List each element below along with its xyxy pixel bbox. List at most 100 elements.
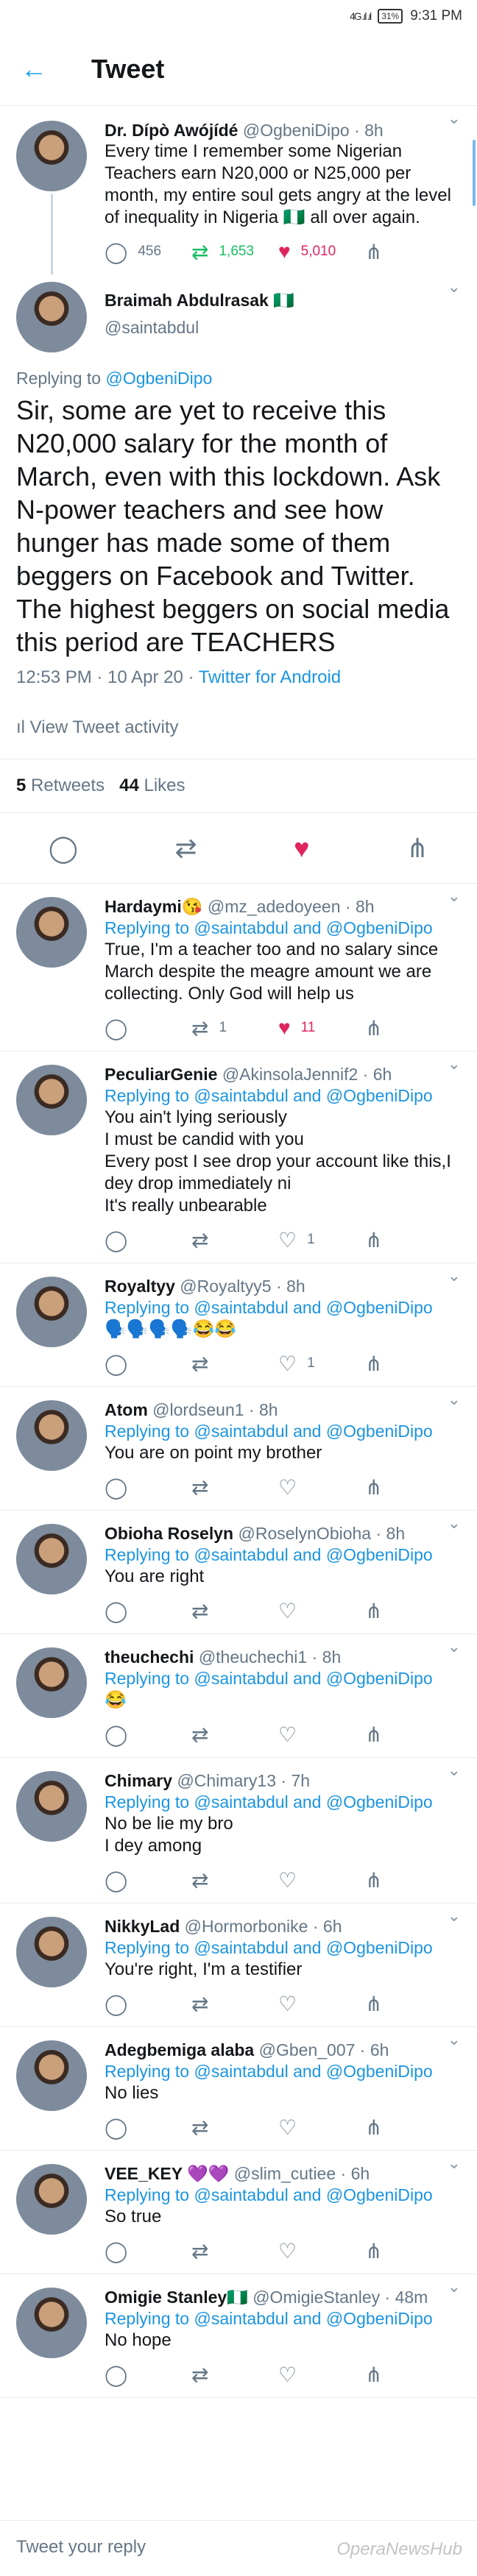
- share-icon[interactable]: ⋔: [406, 833, 428, 864]
- reply-tweet[interactable]: NikkyLad @Hormorbonike · 6h Replying to …: [0, 1903, 477, 2027]
- share-button[interactable]: ⋔: [365, 1475, 452, 1500]
- heart-icon: ♡: [278, 1722, 297, 1746]
- chevron-down-icon[interactable]: ⌄: [448, 2030, 461, 2049]
- like-button[interactable]: ♡: [278, 1722, 365, 1747]
- retweet-button[interactable]: ⇄ 1,653: [191, 240, 278, 264]
- reply-button[interactable]: ◯: [105, 1352, 191, 1376]
- back-arrow-icon[interactable]: ←: [21, 54, 65, 85]
- avatar[interactable]: [16, 1647, 87, 1718]
- share-button[interactable]: ⋔: [365, 240, 452, 264]
- reply-tweet[interactable]: VEE_KEY 💜💜 @slim_cutiee · 6h Replying to…: [0, 2151, 477, 2274]
- reply-button[interactable]: ◯: [105, 2363, 191, 2387]
- chevron-down-icon[interactable]: ⌄: [448, 2277, 461, 2296]
- reply-list: Hardaymi😘 @mz_adedoyeen · 8h Replying to…: [0, 884, 477, 2398]
- retweet-icon[interactable]: ⇄: [175, 833, 197, 864]
- like-button[interactable]: ♡: [278, 2115, 365, 2140]
- share-button[interactable]: ⋔: [365, 2363, 452, 2387]
- reply-tweet[interactable]: Obioha Roselyn @RoselynObioha · 8h Reply…: [0, 1511, 477, 1634]
- reply-button[interactable]: ◯ 456: [105, 240, 191, 264]
- share-button[interactable]: ⋔: [365, 1352, 452, 1376]
- chevron-down-icon[interactable]: ⌄: [448, 1761, 461, 1780]
- like-button[interactable]: ♡: [278, 1992, 365, 2016]
- retweet-button[interactable]: ⇄: [191, 1599, 278, 1623]
- retweet-button[interactable]: ⇄: [191, 1228, 278, 1252]
- reply-button[interactable]: ◯: [105, 2239, 191, 2263]
- retweet-button[interactable]: ⇄: [191, 1475, 278, 1500]
- tweet-text: You're right, I'm a testifier: [105, 1959, 303, 1979]
- retweet-button[interactable]: ⇄: [191, 2115, 278, 2140]
- avatar[interactable]: [16, 2040, 87, 2111]
- reply-tweet[interactable]: Chimary @Chimary13 · 7h Replying to @sai…: [0, 1758, 477, 1903]
- reply-tweet[interactable]: Atom @lordseun1 · 8h Replying to @sainta…: [0, 1387, 477, 1511]
- share-button[interactable]: ⋔: [365, 1228, 452, 1252]
- chevron-down-icon[interactable]: ⌄: [448, 1906, 461, 1926]
- share-button[interactable]: ⋔: [365, 1722, 452, 1747]
- reply-icon[interactable]: ◯: [49, 833, 78, 864]
- retweet-button[interactable]: ⇄: [191, 1868, 278, 1892]
- like-button[interactable]: ♡ 1: [278, 1228, 365, 1252]
- avatar[interactable]: [16, 1400, 87, 1471]
- reply-button[interactable]: ◯: [105, 1722, 191, 1747]
- retweet-button[interactable]: ⇄: [191, 1722, 278, 1747]
- tweet-meta: Hardaymi😘 @mz_adedoyeen · 8h: [105, 897, 375, 916]
- share-button[interactable]: ⋔: [365, 1016, 452, 1040]
- like-button[interactable]: ♡: [278, 2239, 365, 2263]
- avatar[interactable]: [16, 1277, 87, 1347]
- like-button[interactable]: ♡: [278, 1868, 365, 1892]
- avatar[interactable]: [16, 282, 87, 352]
- tweet-text: You ain't lying seriously I must be cand…: [105, 1107, 451, 1216]
- like-button[interactable]: ♡: [278, 2363, 365, 2387]
- chevron-down-icon[interactable]: ⌄: [448, 1390, 461, 1409]
- share-button[interactable]: ⋔: [365, 2239, 452, 2263]
- scrollbar[interactable]: [473, 140, 476, 206]
- reply-tweet[interactable]: Adegbemiga alaba @Gben_007 · 6h Replying…: [0, 2027, 477, 2151]
- chevron-down-icon[interactable]: ⌄: [448, 1514, 461, 1533]
- share-button[interactable]: ⋔: [365, 1992, 452, 2016]
- reply-button[interactable]: ◯: [105, 1475, 191, 1500]
- reply-button[interactable]: ◯: [105, 1599, 191, 1623]
- retweet-button[interactable]: ⇄: [191, 2363, 278, 2387]
- reply-button[interactable]: ◯: [105, 2115, 191, 2140]
- retweet-button[interactable]: ⇄ 1: [191, 1016, 278, 1040]
- avatar[interactable]: [16, 2288, 87, 2358]
- reply-tweet[interactable]: Royaltyy @Royaltyy5 · 8h Replying to @sa…: [0, 1263, 477, 1387]
- share-button[interactable]: ⋔: [365, 2115, 452, 2140]
- avatar[interactable]: [16, 121, 87, 191]
- chevron-down-icon[interactable]: ⌄: [448, 887, 461, 906]
- chevron-down-icon[interactable]: ⌄: [448, 1637, 461, 1656]
- view-tweet-activity[interactable]: ıl View Tweet activity: [0, 697, 477, 759]
- reply-tweet[interactable]: Omigie Stanley🇳🇬 @OmigieStanley · 48m Re…: [0, 2274, 477, 2398]
- share-button[interactable]: ⋔: [365, 1599, 452, 1623]
- like-button[interactable]: ♡: [278, 1599, 365, 1623]
- reply-button[interactable]: ◯: [105, 1992, 191, 2016]
- chevron-down-icon[interactable]: ⌄: [448, 277, 461, 297]
- like-button[interactable]: ♥ 11: [278, 1016, 365, 1040]
- share-button[interactable]: ⋔: [365, 1868, 452, 1892]
- retweet-button[interactable]: ⇄: [191, 1352, 278, 1376]
- reply-button[interactable]: ◯: [105, 1228, 191, 1252]
- parent-tweet[interactable]: Dr. Dípò Awójídé @OgbeniDipo · 8h Every …: [0, 106, 477, 274]
- avatar[interactable]: [16, 897, 87, 968]
- reply-button[interactable]: ◯: [105, 1868, 191, 1892]
- like-button[interactable]: ♡: [278, 1475, 365, 1500]
- retweet-button[interactable]: ⇄: [191, 2239, 278, 2263]
- chevron-down-icon[interactable]: ⌄: [448, 1266, 461, 1285]
- tweet-text: You are right: [105, 1566, 205, 1586]
- heart-icon[interactable]: ♥: [294, 833, 309, 864]
- reply-tweet[interactable]: theuchechi @theuchechi1 · 8h Replying to…: [0, 1634, 477, 1758]
- like-button[interactable]: ♥ 5,010: [278, 240, 365, 263]
- like-button[interactable]: ♡ 1: [278, 1352, 365, 1376]
- reply-tweet[interactable]: PeculiarGenie @AkinsolaJennif2 · 6h Repl…: [0, 1051, 477, 1263]
- chevron-down-icon[interactable]: ⌄: [448, 1054, 461, 1074]
- avatar[interactable]: [16, 1771, 87, 1842]
- avatar[interactable]: [16, 1065, 87, 1135]
- share-icon: ⋔: [365, 1992, 383, 2015]
- reply-tweet[interactable]: Hardaymi😘 @mz_adedoyeen · 8h Replying to…: [0, 884, 477, 1051]
- avatar[interactable]: [16, 1917, 87, 1987]
- chevron-down-icon[interactable]: ⌄: [448, 2154, 461, 2173]
- reply-button[interactable]: ◯: [105, 1016, 191, 1040]
- avatar[interactable]: [16, 2164, 87, 2235]
- chevron-down-icon[interactable]: ⌄: [448, 109, 461, 128]
- retweet-button[interactable]: ⇄: [191, 1992, 278, 2016]
- avatar[interactable]: [16, 1524, 87, 1594]
